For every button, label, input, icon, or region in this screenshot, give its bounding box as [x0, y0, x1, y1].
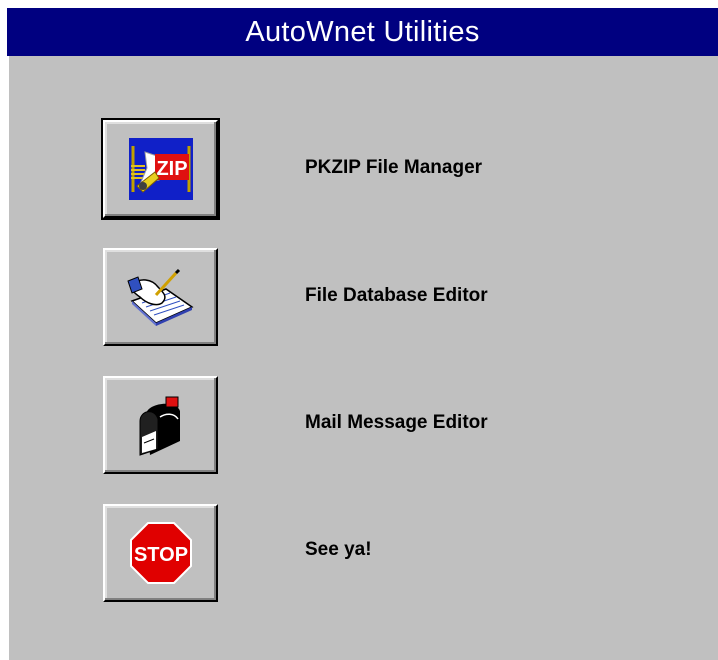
stop-sign-text: STOP: [133, 544, 187, 566]
mailbox-icon: [136, 393, 186, 457]
svg-text:ZIP: ZIP: [156, 158, 187, 180]
pkzip-button[interactable]: ZIP: [101, 118, 220, 220]
writing-hand-icon: [126, 267, 196, 327]
app-window: AutoWnet Utilities ZIP PKZIP File Manage…: [0, 0, 718, 660]
mail-message-label: Mail Message Editor: [305, 412, 488, 433]
window-title: AutoWnet Utilities: [245, 16, 480, 48]
pkzip-label: PKZIP File Manager: [305, 157, 483, 178]
mail-message-button[interactable]: [103, 376, 218, 474]
title-bar[interactable]: AutoWnet Utilities: [7, 8, 718, 56]
exit-button[interactable]: STOP: [103, 504, 218, 602]
zip-icon: ZIP: [128, 138, 193, 200]
stop-sign-icon: STOP: [129, 522, 192, 584]
file-database-button[interactable]: [103, 248, 218, 346]
exit-label: See ya!: [305, 539, 372, 560]
file-database-label: File Database Editor: [305, 285, 488, 306]
window-notch: [248, 0, 312, 4]
